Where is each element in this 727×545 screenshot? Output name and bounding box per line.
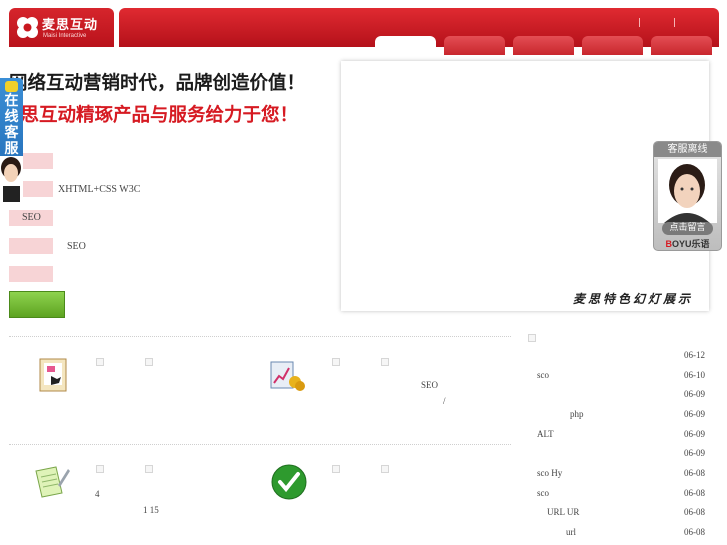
leave-message-button[interactable]: 点击留言 [662, 222, 713, 235]
service-agent-avatar[interactable] [0, 156, 23, 202]
more-button[interactable] [9, 291, 65, 318]
service-agent-photo [658, 159, 717, 223]
news-link[interactable]: url [566, 527, 576, 537]
news-link[interactable]: sco Hy [537, 468, 562, 478]
certificate-icon [39, 358, 67, 392]
news-date: 06-08 [684, 527, 705, 537]
hero-slogan-line-1: 网络互动营销时代，品牌创造价值！ [9, 73, 306, 94]
news-date: 06-09 [684, 389, 705, 399]
slideshow-caption: 麦思特色幻灯展示 [572, 292, 693, 306]
news-link[interactable]: ALT [537, 429, 554, 439]
service-bullet [96, 358, 104, 366]
news-link[interactable]: sco [537, 370, 549, 380]
news-date: 06-12 [684, 350, 705, 360]
nav-tab-3[interactable] [513, 36, 574, 55]
service-status-title: 客服离线 [654, 142, 721, 157]
news-date: 06-08 [684, 488, 705, 498]
nav-tab-2[interactable] [444, 36, 505, 55]
green-check-icon [271, 464, 307, 500]
service-bullet [145, 358, 153, 366]
service-text: 1 15 [143, 505, 159, 515]
feature-text: XHTML+CSS W3C [58, 184, 141, 195]
flower-logo-icon [17, 17, 38, 38]
feature-bullet [9, 238, 53, 254]
agent-photo-icon [664, 164, 710, 223]
news-date: 06-08 [684, 507, 705, 517]
seo-chart-icon [270, 361, 305, 391]
service-bullet [381, 465, 389, 473]
service-bullet [332, 465, 340, 473]
top-link-separator [639, 18, 640, 27]
chat-icon [5, 81, 18, 92]
service-bullet [145, 465, 153, 473]
feature-bullet [9, 266, 53, 282]
news-link[interactable]: php [570, 409, 584, 419]
nav-tab-4[interactable] [582, 36, 643, 55]
online-service-label: 在线客服 [4, 93, 19, 157]
section-divider [9, 444, 511, 445]
service-text: 4 [95, 489, 100, 499]
service-provider-brand: BOYU乐语 [665, 239, 710, 249]
service-bullet [332, 358, 340, 366]
news-date: 06-09 [684, 448, 705, 458]
service-bullet [96, 465, 104, 473]
section-divider [9, 336, 511, 337]
notepad-pen-icon [35, 466, 70, 498]
logo-english-name: Maisi Interactive [43, 33, 87, 39]
service-text: / [443, 396, 446, 406]
news-date: 06-08 [684, 468, 705, 478]
news-date: 06-09 [684, 409, 705, 419]
customer-service-widget[interactable]: 客服离线 点击留言 BOYU乐语 [653, 141, 722, 251]
news-date: 06-10 [684, 370, 705, 380]
news-date: 06-09 [684, 429, 705, 439]
feature-text: SEO [22, 212, 41, 223]
feature-text: SEO [67, 241, 86, 252]
nav-tab-1[interactable] [375, 36, 436, 55]
top-navigation-bar [119, 8, 719, 55]
news-link[interactable]: URL UR [547, 507, 579, 517]
service-bullet [381, 358, 389, 366]
top-link-separator [674, 18, 675, 27]
hero-slogan-line-2: 麦思互动精琢产品与服务给力于您！ [2, 105, 299, 126]
site-logo[interactable]: 麦思互动 Maisi Interactive [9, 8, 114, 47]
agent-face-icon [0, 156, 23, 202]
news-link[interactable]: sco [537, 488, 549, 498]
feature-bullet: SEO [9, 210, 53, 226]
nav-tab-5[interactable] [651, 36, 712, 55]
logo-chinese-name: 麦思互动 [42, 18, 99, 33]
news-header-icon [528, 334, 536, 342]
service-text: SEO [421, 380, 439, 390]
